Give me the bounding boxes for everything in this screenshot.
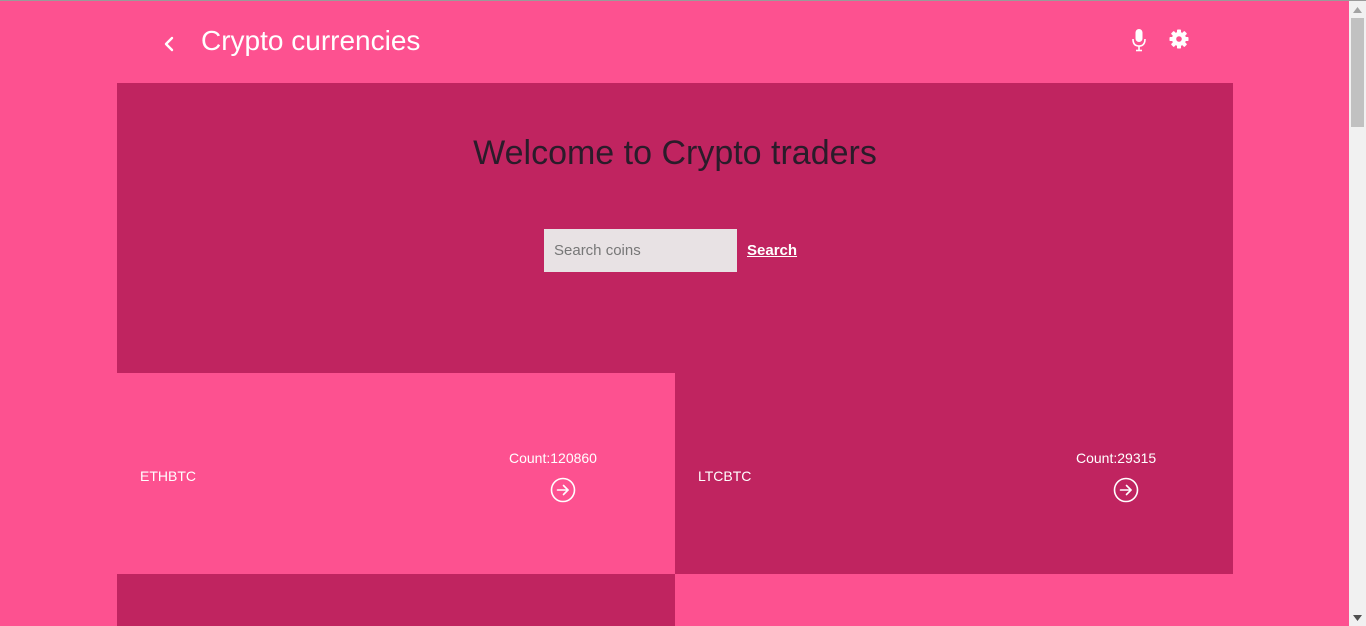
arrow-right-circle-icon[interactable]	[1113, 477, 1139, 503]
triangle-down-icon	[1353, 614, 1362, 621]
coin-card[interactable]	[675, 574, 1233, 626]
coin-card[interactable]	[117, 574, 675, 626]
voice-search-button[interactable]	[1128, 27, 1150, 53]
scrollbar-thumb[interactable]	[1351, 18, 1364, 127]
app-page: Crypto currencies Welcome to Crypto trad…	[0, 0, 1366, 626]
settings-button[interactable]	[1168, 28, 1190, 50]
page-title: Crypto currencies	[201, 25, 421, 56]
coin-card-ethbtc[interactable]: ETHBTC Count:120860	[117, 373, 675, 574]
coin-card-ltcbtc[interactable]: LTCBTC Count:29315	[675, 373, 1233, 574]
triangle-up-icon	[1353, 6, 1362, 13]
app-header: Crypto currencies	[0, 1, 1349, 83]
scroll-up-button[interactable]	[1349, 1, 1366, 18]
vertical-scrollbar[interactable]	[1349, 1, 1366, 626]
search-coins-input[interactable]	[544, 229, 737, 272]
scroll-down-button[interactable]	[1349, 609, 1366, 626]
microphone-icon	[1132, 29, 1146, 52]
coin-count: Count:29315	[1076, 450, 1157, 466]
coin-count: Count:120860	[509, 450, 597, 466]
chevron-left-icon	[164, 36, 174, 52]
welcome-heading: Welcome to Crypto traders	[473, 134, 877, 172]
back-button[interactable]	[155, 29, 183, 59]
welcome-panel: Welcome to Crypto traders Search	[117, 83, 1233, 373]
arrow-right-circle-icon[interactable]	[550, 477, 576, 503]
search-button[interactable]: Search	[747, 241, 797, 261]
gear-icon	[1169, 29, 1189, 49]
coin-name: ETHBTC	[140, 468, 196, 484]
coin-name: LTCBTC	[698, 468, 752, 484]
